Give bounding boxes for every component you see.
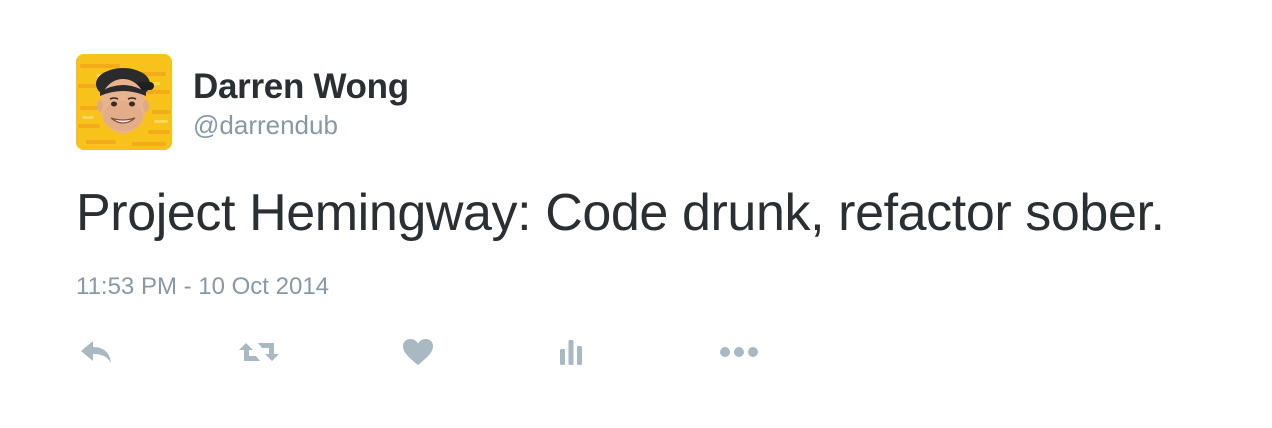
- retweet-button[interactable]: [237, 330, 281, 374]
- retweet-icon: [239, 343, 279, 361]
- more-button[interactable]: [717, 330, 761, 374]
- more-dots-icon: [720, 347, 758, 357]
- analytics-button[interactable]: [549, 330, 593, 374]
- author-display-name[interactable]: Darren Wong: [193, 67, 409, 107]
- tweet-card: Darren Wong @darrendub Project Hemingway…: [0, 0, 1272, 428]
- reply-icon: [81, 341, 111, 363]
- avatar-image: [76, 54, 172, 150]
- tweet-timestamp[interactable]: 11:53 PM - 10 Oct 2014: [76, 273, 329, 301]
- tweet-text: Project Hemingway: Code drunk, refactor …: [76, 184, 1165, 242]
- heart-icon: [403, 339, 433, 365]
- reply-button[interactable]: [74, 330, 118, 374]
- avatar[interactable]: [76, 54, 172, 150]
- like-button[interactable]: [396, 330, 440, 374]
- author-handle[interactable]: @darrendub: [193, 110, 338, 141]
- bar-chart-icon: [560, 340, 582, 365]
